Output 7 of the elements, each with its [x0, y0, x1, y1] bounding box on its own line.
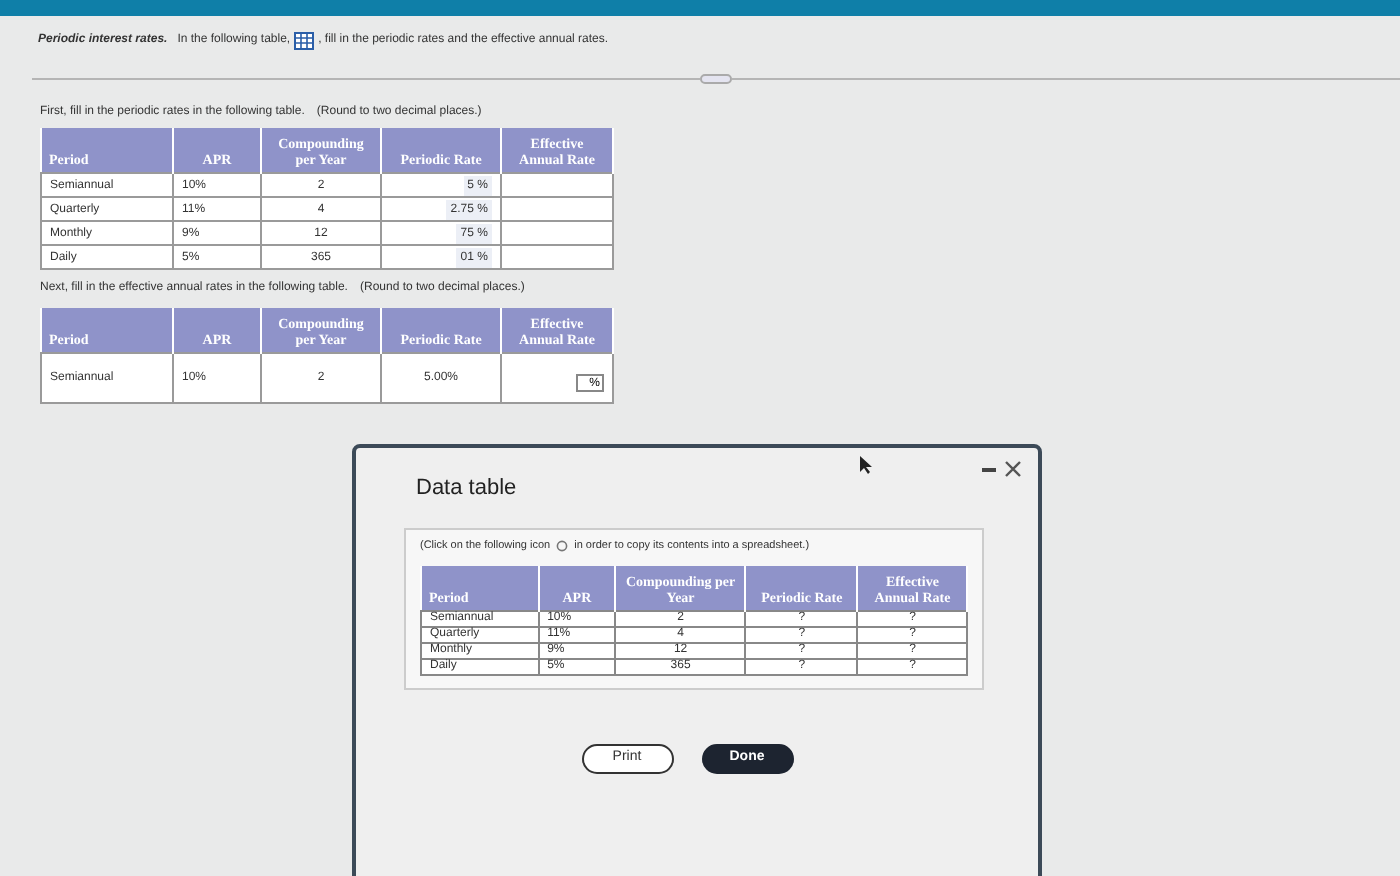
dialog-title: Data table — [416, 474, 519, 504]
copy-icon[interactable] — [556, 539, 569, 552]
close-button[interactable] — [1004, 460, 1022, 478]
minimize-button[interactable] — [982, 467, 996, 471]
close-icon — [1004, 460, 1022, 478]
table-icon[interactable] — [294, 32, 315, 50]
cursor-icon — [860, 456, 872, 474]
